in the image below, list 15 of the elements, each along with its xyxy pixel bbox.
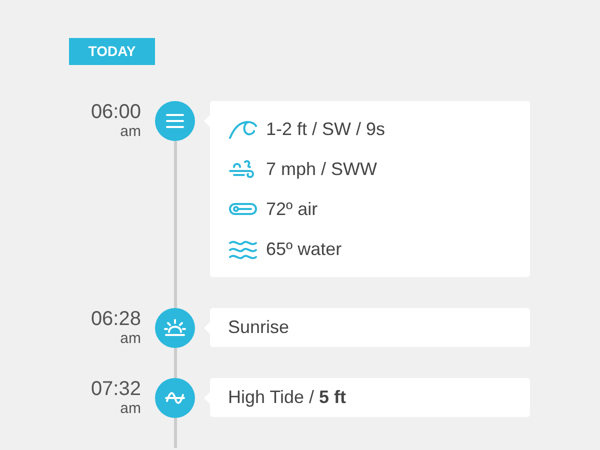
event-time: 06:28 [90,309,141,329]
condition-text: 72º air [266,198,318,220]
wave-icon [228,118,258,140]
today-badge: TODAY [69,38,155,65]
waves-icon [228,238,258,260]
condition-text: 7 mph / SWW [266,158,378,181]
condition-text: 1-2 ft / SW / 9s [266,118,386,140]
event-time: 07:32 [90,379,141,399]
event-label: High Tide / 5 ft [228,386,346,409]
event-time: 06:00 [90,102,141,122]
time-period: am [120,401,141,416]
event-label: Sunrise [228,316,290,339]
condition-text: 65º water [266,238,342,260]
time-period: am [120,124,141,139]
time-period: am [120,331,141,346]
